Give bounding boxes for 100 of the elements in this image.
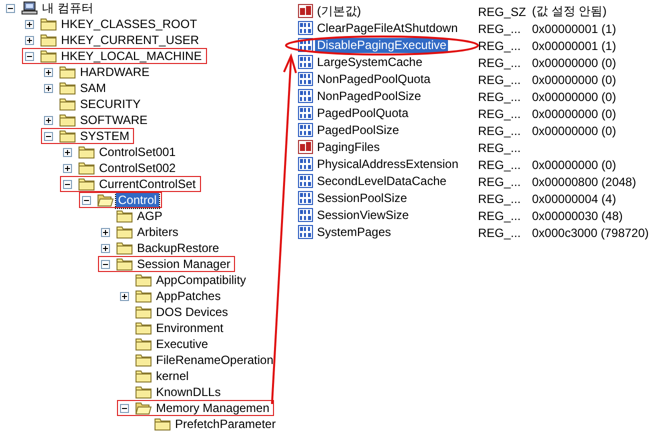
folder-icon <box>78 161 95 175</box>
expand-icon[interactable] <box>44 116 53 124</box>
tree-item[interactable]: ControlSet002 <box>97 160 178 176</box>
tree-item[interactable]: KnownDLLs <box>154 384 223 400</box>
tree-item[interactable]: HKEY_LOCAL_MACHINE <box>59 48 204 64</box>
value-type: REG_SZ <box>478 4 528 18</box>
collapse-icon[interactable] <box>63 180 72 188</box>
value-type: REG_... <box>478 38 522 52</box>
expand-icon[interactable] <box>63 148 72 156</box>
value-name[interactable]: (기본값) <box>315 4 363 19</box>
folder-icon <box>40 17 57 31</box>
string-value-icon <box>298 140 313 154</box>
tree-item[interactable]: AGP <box>135 208 164 224</box>
value-name[interactable]: LargeSystemCache <box>315 55 424 70</box>
value-type: REG_... <box>478 158 522 172</box>
folder-icon <box>135 289 152 303</box>
folder-icon <box>116 225 133 239</box>
binary-value-icon <box>298 174 313 188</box>
binary-value-icon <box>298 106 313 120</box>
value-type: REG_... <box>478 140 522 154</box>
value-name[interactable]: DisablePagingExecutive <box>315 38 448 53</box>
collapse-icon[interactable] <box>6 4 15 12</box>
folder-icon <box>40 49 57 63</box>
value-data: 0x00000000 (0) <box>532 72 616 86</box>
folder-icon <box>135 369 152 383</box>
tree-item[interactable]: BackupRestore <box>135 240 222 256</box>
tree-item[interactable]: CurrentControlSet <box>97 176 198 192</box>
value-type: REG_... <box>478 90 522 104</box>
value-name[interactable]: SessionViewSize <box>315 208 411 223</box>
binary-value-icon <box>298 208 313 222</box>
tree-item[interactable]: SYSTEM <box>78 128 132 144</box>
open-folder-icon <box>135 401 152 415</box>
tree-item[interactable]: SOFTWARE <box>78 112 150 128</box>
value-name[interactable]: NonPagedPoolSize <box>315 89 424 104</box>
tree-item[interactable]: Environment <box>154 320 226 336</box>
string-value-icon <box>298 4 313 18</box>
tree-item[interactable]: kernel <box>154 368 191 384</box>
value-name[interactable]: PhysicalAddressExtension <box>315 157 460 172</box>
folder-icon <box>116 257 133 271</box>
value-data: (값 설정 안됨) <box>532 3 607 20</box>
collapse-icon[interactable] <box>44 132 53 140</box>
tree-item[interactable]: Control <box>116 192 159 208</box>
binary-value-icon <box>298 55 313 69</box>
tree-item[interactable]: Executive <box>154 336 210 352</box>
expand-icon[interactable] <box>25 20 34 28</box>
value-data: 0x00000800 (2048) <box>532 174 636 188</box>
value-name[interactable]: SecondLevelDataCache <box>315 174 448 189</box>
tree-item[interactable]: SECURITY <box>78 96 143 112</box>
tree-item[interactable]: PrefetchParameter <box>173 416 278 432</box>
tree-item[interactable]: AppPatches <box>154 288 223 304</box>
expand-icon[interactable] <box>101 244 110 252</box>
tree-item[interactable]: HKEY_CLASSES_ROOT <box>59 16 200 32</box>
tree-item[interactable]: 내 컴퓨터 <box>40 0 96 16</box>
expand-icon[interactable] <box>63 164 72 172</box>
folder-icon <box>116 241 133 255</box>
tree-item[interactable]: SAM <box>78 80 108 96</box>
binary-value-icon <box>298 89 313 103</box>
folder-icon <box>40 33 57 47</box>
value-name[interactable]: SessionPoolSize <box>315 191 410 206</box>
tree-item[interactable]: HARDWARE <box>78 64 152 80</box>
tree-item[interactable]: FileRenameOperation <box>154 352 276 368</box>
collapse-icon[interactable] <box>101 260 110 268</box>
tree-item[interactable]: Session Manager <box>135 256 232 272</box>
value-name[interactable]: ClearPageFileAtShutdown <box>315 21 460 36</box>
value-name[interactable]: PagedPoolQuota <box>315 106 410 121</box>
value-name[interactable]: SystemPages <box>315 225 394 240</box>
value-data: 0x00000000 (0) <box>532 56 616 70</box>
tree-item[interactable]: ControlSet001 <box>97 144 178 160</box>
value-name[interactable]: NonPagedPoolQuota <box>315 72 432 87</box>
folder-icon <box>78 145 95 159</box>
folder-icon <box>135 321 152 335</box>
binary-value-icon <box>298 157 313 171</box>
expand-icon[interactable] <box>120 292 129 300</box>
folder-icon <box>154 417 171 431</box>
expand-icon[interactable] <box>101 228 110 236</box>
tree-item[interactable]: DOS Devices <box>154 304 230 320</box>
collapse-icon[interactable] <box>82 196 91 204</box>
tree-item[interactable]: Memory Managemen <box>154 400 272 416</box>
expand-icon[interactable] <box>44 84 53 92</box>
value-data: 0x000c3000 (798720) <box>532 226 649 240</box>
collapse-icon[interactable] <box>25 52 34 60</box>
value-type: REG_... <box>478 106 522 120</box>
binary-value-icon <box>298 191 313 205</box>
value-data: 0x00000000 (0) <box>532 106 616 120</box>
binary-value-icon <box>298 21 313 35</box>
collapse-icon[interactable] <box>120 404 129 412</box>
folder-icon <box>59 113 76 127</box>
value-type: REG_... <box>478 208 522 222</box>
value-data: 0x00000030 (48) <box>532 208 623 222</box>
folder-icon <box>59 81 76 95</box>
folder-icon <box>59 129 76 143</box>
folder-icon <box>135 305 152 319</box>
folder-icon <box>59 65 76 79</box>
expand-icon[interactable] <box>25 36 34 44</box>
tree-item[interactable]: AppCompatibility <box>154 272 248 288</box>
tree-item[interactable]: HKEY_CURRENT_USER <box>59 32 202 48</box>
expand-icon[interactable] <box>44 68 53 76</box>
value-name[interactable]: PagedPoolSize <box>315 123 402 138</box>
value-name[interactable]: PagingFiles <box>315 140 382 155</box>
tree-item[interactable]: Arbiters <box>135 224 180 240</box>
